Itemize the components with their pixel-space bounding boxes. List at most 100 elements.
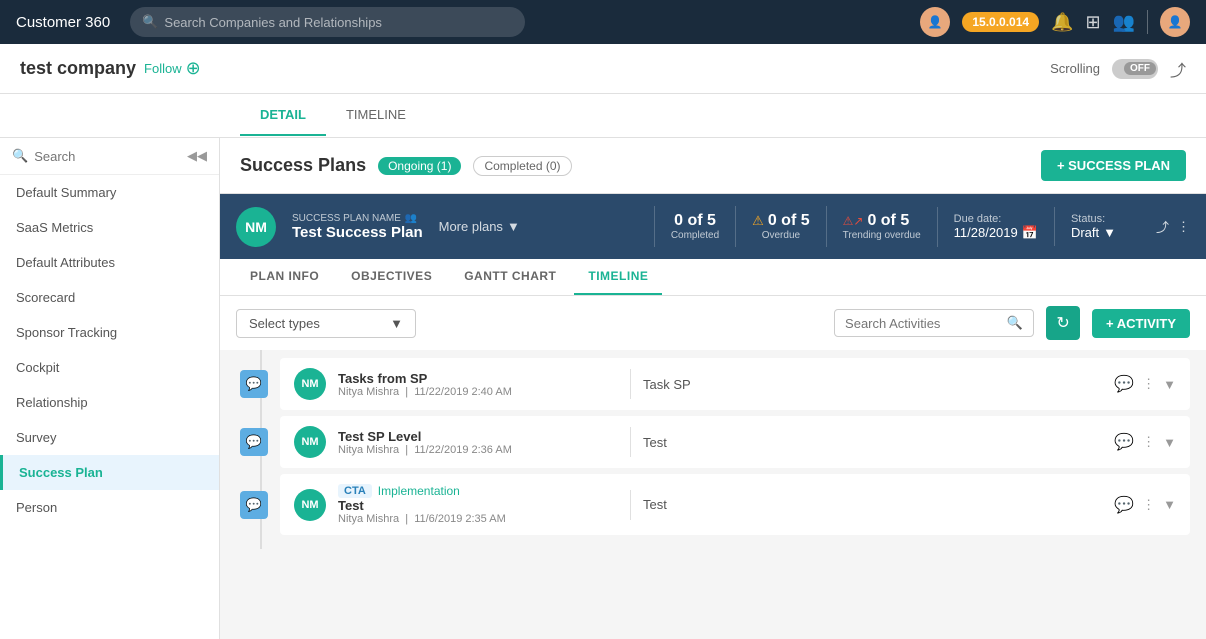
sidebar-item-label: Survey	[16, 430, 56, 445]
global-search[interactable]: 🔍	[130, 7, 525, 37]
activity-title: Test	[338, 498, 618, 513]
timeline-content: Select types ▼ 🔍 ↻ + ACTIVITY 💬	[220, 296, 1206, 639]
global-search-input[interactable]	[164, 15, 513, 30]
activity-card: NM Test SP Level Nitya Mishra | 11/22/20…	[280, 416, 1190, 468]
overdue-stat: ⚠ 0 of 5 Overdue	[735, 206, 825, 247]
add-success-plan-button[interactable]: + SUCCESS PLAN	[1041, 150, 1186, 181]
comment-icon[interactable]: 💬	[1114, 374, 1134, 394]
group-icon: 👥	[405, 213, 417, 224]
tab-timeline[interactable]: TIMELINE	[326, 95, 426, 136]
activity-type-icon: 💬	[240, 370, 268, 398]
cta-tag: CTA	[338, 484, 372, 498]
sidebar-item-default-summary[interactable]: Default Summary	[0, 175, 219, 210]
share-icon[interactable]: ⤴	[1170, 57, 1186, 81]
activity-actions: 💬 ⋮ ▼	[1114, 495, 1176, 515]
top-nav: Customer 360 🔍 👤 15.0.0.014 🔔 ⊞ 👥 👤	[0, 0, 1206, 44]
activity-divider	[630, 427, 631, 457]
grid-icon[interactable]: ⊞	[1085, 12, 1100, 33]
search-icon: 🔍	[1007, 315, 1023, 331]
activity-meta: Nitya Mishra | 11/22/2019 2:36 AM	[338, 444, 618, 456]
follow-button[interactable]: Follow ⊕	[144, 58, 201, 79]
toggle-state: OFF	[1124, 62, 1156, 75]
sidebar-item-saas-metrics[interactable]: SaaS Metrics	[0, 210, 219, 245]
user-avatar[interactable]: 👤	[920, 7, 950, 37]
more-options-icon[interactable]: ⋮	[1177, 219, 1190, 235]
ongoing-badge[interactable]: Ongoing (1)	[378, 157, 461, 175]
completed-label: Completed	[671, 230, 719, 241]
sidebar-search[interactable]: 🔍 ◀◀	[0, 138, 219, 175]
activity-type-icon: 💬	[240, 491, 268, 519]
subtab-plan-info[interactable]: PLAN INFO	[236, 259, 333, 295]
plan-subtabs: PLAN INFO OBJECTIVES GANTT CHART TIMELIN…	[220, 259, 1206, 296]
sidebar-item-label: Default Summary	[16, 185, 116, 200]
activity-description: Task SP	[643, 377, 1102, 392]
sidebar-item-default-attributes[interactable]: Default Attributes	[0, 245, 219, 280]
activity-divider	[630, 369, 631, 399]
select-types-dropdown[interactable]: Select types ▼	[236, 309, 416, 338]
activity-card: NM Tasks from SP Nitya Mishra | 11/22/20…	[280, 358, 1190, 410]
scrolling-toggle[interactable]: OFF	[1112, 59, 1158, 79]
comment-icon[interactable]: 💬	[1114, 432, 1134, 452]
chevron-down-icon[interactable]: ▼	[1103, 225, 1116, 240]
more-options-icon[interactable]: ⋮	[1142, 497, 1155, 513]
more-options-icon[interactable]: ⋮	[1142, 434, 1155, 450]
table-row: 💬 NM CTA Implementation Test Nitya Mishr…	[236, 474, 1190, 535]
profile-avatar[interactable]: 👤	[1160, 7, 1190, 37]
version-badge: 15.0.0.014	[962, 12, 1039, 32]
sidebar-search-input[interactable]	[34, 149, 181, 164]
more-plans-dropdown[interactable]: More plans ▼	[439, 219, 520, 234]
activity-avatar: NM	[294, 368, 326, 400]
chevron-down-icon[interactable]: ▼	[1163, 497, 1176, 512]
subtab-timeline[interactable]: TIMELINE	[574, 259, 662, 295]
plan-avatar: NM	[236, 207, 276, 247]
scrolling-label: Scrolling	[1050, 61, 1100, 76]
due-date: Due date: 11/28/2019 📅	[937, 207, 1054, 247]
add-activity-button[interactable]: + ACTIVITY	[1092, 309, 1190, 338]
sidebar-item-success-plan[interactable]: Success Plan	[0, 455, 219, 490]
sidebar-item-scorecard[interactable]: Scorecard	[0, 280, 219, 315]
subtab-gantt-chart[interactable]: GANTT CHART	[450, 259, 570, 295]
chevron-down-icon[interactable]: ▼	[1163, 377, 1176, 392]
more-options-icon[interactable]: ⋮	[1142, 376, 1155, 392]
sidebar-item-label: Sponsor Tracking	[16, 325, 117, 340]
sidebar-item-survey[interactable]: Survey	[0, 420, 219, 455]
subtab-objectives[interactable]: OBJECTIVES	[337, 259, 446, 295]
collapse-icon[interactable]: ◀◀	[187, 148, 207, 164]
search-activities-input[interactable]	[845, 316, 1001, 331]
timeline-node: 💬	[236, 491, 272, 519]
completed-stat: 0 of 5 Completed	[654, 206, 735, 247]
tab-detail[interactable]: DETAIL	[240, 95, 326, 136]
completed-badge[interactable]: Completed (0)	[473, 156, 571, 176]
sidebar-item-sponsor-tracking[interactable]: Sponsor Tracking	[0, 315, 219, 350]
activity-list: 💬 NM Tasks from SP Nitya Mishra | 11/22/…	[220, 350, 1206, 549]
activity-actions: 💬 ⋮ ▼	[1114, 374, 1176, 394]
bell-icon[interactable]: 🔔	[1051, 12, 1073, 33]
success-plans-header: Success Plans Ongoing (1) Completed (0) …	[220, 138, 1206, 194]
trending-label: Trending overdue	[843, 230, 921, 241]
refresh-button[interactable]: ↻	[1046, 306, 1080, 340]
trending-icon: ⚠↗	[843, 214, 864, 228]
activity-title: Test SP Level	[338, 429, 618, 444]
sidebar-item-relationship[interactable]: Relationship	[0, 385, 219, 420]
sidebar-item-person[interactable]: Person	[0, 490, 219, 525]
due-date-label: Due date:	[954, 213, 1038, 225]
account-icon[interactable]: 👥	[1113, 12, 1135, 33]
activity-card: NM CTA Implementation Test Nitya Mishra …	[280, 474, 1190, 535]
sidebar-item-label: Default Attributes	[16, 255, 115, 270]
comment-icon[interactable]: 💬	[1114, 495, 1134, 515]
search-activities[interactable]: 🔍	[834, 309, 1034, 337]
activity-meta: Nitya Mishra | 11/6/2019 2:35 AM	[338, 513, 618, 525]
main-layout: 🔍 ◀◀ Default Summary SaaS Metrics Defaul…	[0, 138, 1206, 639]
status-label: Status:	[1071, 213, 1116, 225]
sidebar-item-label: Person	[16, 500, 57, 515]
search-icon: 🔍	[12, 148, 28, 164]
share-icon[interactable]: ⤴	[1156, 217, 1169, 236]
chevron-down-icon[interactable]: ▼	[1163, 435, 1176, 450]
timeline-node: 💬	[236, 428, 272, 456]
sidebar-item-label: Success Plan	[19, 465, 103, 480]
due-date-value: 11/28/2019 📅	[954, 225, 1038, 241]
calendar-icon[interactable]: 📅	[1022, 225, 1038, 241]
app-title: Customer 360	[16, 14, 110, 31]
follow-label: Follow	[144, 61, 182, 76]
sidebar-item-cockpit[interactable]: Cockpit	[0, 350, 219, 385]
